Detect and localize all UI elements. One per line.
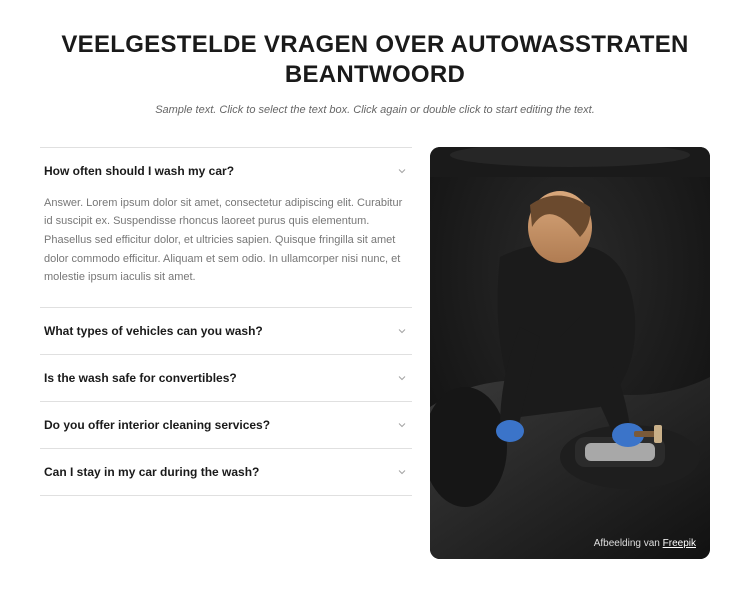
image-caption-prefix: Afbeelding van — [594, 538, 663, 549]
chevron-down-icon — [396, 419, 408, 431]
faq-question-row[interactable]: Can I stay in my car during the wash? — [40, 449, 412, 495]
chevron-down-icon — [396, 466, 408, 478]
chevron-down-icon — [396, 325, 408, 337]
faq-question-text: Do you offer interior cleaning services? — [44, 418, 270, 432]
faq-item: How often should I wash my car? Answer. … — [40, 147, 412, 307]
faq-question-row[interactable]: How often should I wash my car? — [40, 148, 412, 194]
faq-item: What types of vehicles can you wash? — [40, 307, 412, 354]
faq-list: How often should I wash my car? Answer. … — [40, 147, 412, 496]
faq-question-text: What types of vehicles can you wash? — [44, 324, 263, 338]
faq-question-text: Can I stay in my car during the wash? — [44, 465, 259, 479]
car-interior-cleaning-illustration — [430, 147, 710, 559]
faq-image: Afbeelding van Freepik — [430, 147, 710, 559]
page-subtitle[interactable]: Sample text. Click to select the text bo… — [40, 102, 710, 119]
faq-answer: Answer. Lorem ipsum dolor sit amet, cons… — [40, 194, 412, 307]
chevron-down-icon — [396, 165, 408, 177]
faq-question-row[interactable]: What types of vehicles can you wash? — [40, 308, 412, 354]
image-credit-link[interactable]: Freepik — [663, 538, 696, 549]
page-title: VEELGESTELDE VRAGEN OVER AUTOWASSTRATEN … — [40, 30, 710, 90]
faq-item: Can I stay in my car during the wash? — [40, 448, 412, 496]
faq-question-row[interactable]: Do you offer interior cleaning services? — [40, 402, 412, 448]
faq-question-row[interactable]: Is the wash safe for convertibles? — [40, 355, 412, 401]
chevron-down-icon — [396, 372, 408, 384]
faq-question-text: Is the wash safe for convertibles? — [44, 371, 237, 385]
faq-item: Is the wash safe for convertibles? — [40, 354, 412, 401]
faq-item: Do you offer interior cleaning services? — [40, 401, 412, 448]
image-caption: Afbeelding van Freepik — [594, 538, 696, 549]
content-row: How often should I wash my car? Answer. … — [40, 147, 710, 559]
header: VEELGESTELDE VRAGEN OVER AUTOWASSTRATEN … — [40, 30, 710, 119]
faq-question-text: How often should I wash my car? — [44, 164, 234, 178]
